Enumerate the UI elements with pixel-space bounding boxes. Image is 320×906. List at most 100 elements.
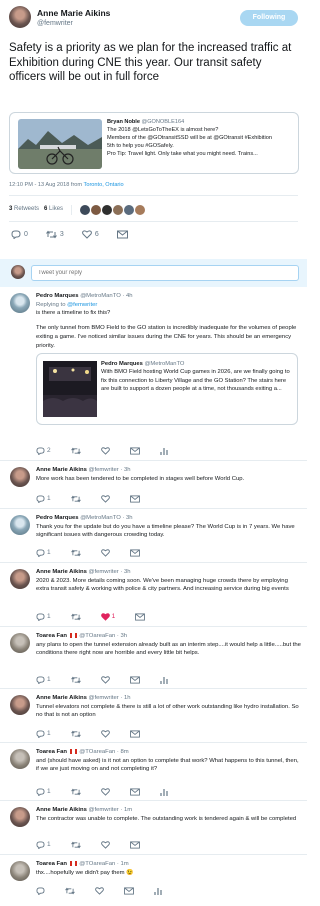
analytics-action[interactable] xyxy=(154,887,162,895)
reply-author[interactable]: Pedro Marques xyxy=(36,293,79,299)
like-action[interactable] xyxy=(100,495,110,503)
like-action[interactable]: 1 xyxy=(100,613,115,621)
reply-action[interactable]: 2 xyxy=(36,447,51,456)
author-name[interactable]: Anne Marie Aikins xyxy=(37,8,110,19)
avatar[interactable] xyxy=(91,205,102,215)
liker-avatars[interactable] xyxy=(80,205,146,215)
dm-action[interactable] xyxy=(129,841,140,849)
analytics-action[interactable] xyxy=(160,676,168,685)
retweet-action[interactable] xyxy=(70,495,81,503)
reply-handle[interactable]: @TOareaFan xyxy=(79,633,115,639)
reply-handle[interactable]: @femwriter xyxy=(89,467,119,473)
like-action[interactable] xyxy=(100,788,110,796)
avatar[interactable] xyxy=(10,807,30,827)
reply-tweet[interactable]: Toarea Fan @TOareaFan · 3h any plans to … xyxy=(0,627,307,689)
reply-action[interactable]: 1 xyxy=(36,841,51,850)
reply-action[interactable]: 1 xyxy=(36,676,51,685)
like-action[interactable] xyxy=(100,730,110,738)
avatar[interactable] xyxy=(135,205,146,215)
reply-handle[interactable]: @femwriter xyxy=(89,569,119,575)
avatar[interactable] xyxy=(9,6,31,28)
quoted-tweet[interactable]: Bryan Noble @GONOBLE164 The 2018 @LetsGo… xyxy=(9,112,299,174)
avatar[interactable] xyxy=(80,205,91,215)
avatar[interactable] xyxy=(10,861,30,881)
reply-tweet[interactable]: Pedro Marques @MetroManTO · 4h Replying … xyxy=(0,287,307,461)
analytics-action[interactable] xyxy=(160,447,168,456)
dm-action[interactable] xyxy=(129,495,140,503)
author-handle[interactable]: @femwriter xyxy=(37,19,73,28)
like-action[interactable]: 6 xyxy=(81,230,99,239)
reply-author[interactable]: Anne Marie Aikins xyxy=(36,569,87,575)
like-action[interactable] xyxy=(100,447,110,455)
avatar[interactable] xyxy=(10,633,30,653)
avatar[interactable] xyxy=(113,205,124,215)
reply-time[interactable]: · 3h xyxy=(117,633,127,639)
dm-action[interactable] xyxy=(129,788,140,796)
following-button[interactable]: Following xyxy=(240,10,298,26)
like-count[interactable]: 6 Likes xyxy=(44,206,63,214)
avatar[interactable] xyxy=(10,293,30,313)
reply-time[interactable]: · 1m xyxy=(120,807,132,813)
avatar[interactable] xyxy=(10,749,30,769)
dm-action[interactable] xyxy=(124,887,134,895)
reply-author[interactable]: Anne Marie Aikins xyxy=(36,807,87,813)
reply-action[interactable] xyxy=(36,887,45,895)
like-action[interactable] xyxy=(100,676,110,684)
quoted-tweet[interactable]: Pedro Marques @MetroManTO With BMO Field… xyxy=(36,353,298,425)
dm-action[interactable] xyxy=(135,613,146,621)
retweet-action[interactable] xyxy=(70,730,81,738)
retweet-action[interactable] xyxy=(70,613,81,621)
dm-action[interactable] xyxy=(129,730,140,738)
retweet-action[interactable] xyxy=(70,447,81,455)
reply-action[interactable]: 1 xyxy=(36,613,51,622)
avatar[interactable] xyxy=(10,695,30,715)
avatar[interactable] xyxy=(10,515,30,535)
retweet-action[interactable] xyxy=(70,676,81,684)
reply-handle[interactable]: @MetroManTO xyxy=(80,293,121,299)
reply-author[interactable]: Anne Marie Aikins xyxy=(36,467,87,473)
avatar[interactable] xyxy=(124,205,135,215)
reply-action[interactable]: 0 xyxy=(11,230,28,240)
reply-author[interactable]: Anne Marie Aikins xyxy=(36,695,87,701)
reply-tweet[interactable]: Anne Marie Aikins @femwriter · 1h Tunnel… xyxy=(0,689,307,743)
reply-time[interactable]: · 1m xyxy=(117,861,129,867)
reply-author[interactable]: Toarea Fan xyxy=(36,749,67,755)
reply-time[interactable]: · 1h xyxy=(120,695,130,701)
reply-tweet[interactable]: Pedro Marques @MetroManTO · 3h Thank you… xyxy=(0,509,307,563)
reply-tweet[interactable]: Toarea Fan @TOareaFan · 8m and (should h… xyxy=(0,743,307,801)
reply-time[interactable]: · 4h xyxy=(122,293,132,299)
reply-handle[interactable]: @femwriter xyxy=(89,695,119,701)
reply-time[interactable]: · 3h xyxy=(120,467,130,473)
reply-author[interactable]: Pedro Marques xyxy=(36,515,79,521)
replying-to-link[interactable]: @femwriter xyxy=(67,302,97,308)
retweet-action[interactable] xyxy=(70,841,81,849)
reply-handle[interactable]: @MetroManTO xyxy=(80,515,121,521)
reply-tweet[interactable]: Anne Marie Aikins @femwriter · 3h 2020 &… xyxy=(0,563,307,627)
reply-time[interactable]: · 8m xyxy=(117,749,129,755)
dm-action[interactable] xyxy=(129,447,140,455)
reply-action[interactable]: 1 xyxy=(36,549,51,558)
like-action[interactable] xyxy=(100,549,110,557)
retweet-action[interactable] xyxy=(65,887,75,895)
reply-input[interactable] xyxy=(31,265,299,281)
like-action[interactable] xyxy=(100,841,110,849)
reply-time[interactable]: · 3h xyxy=(120,569,130,575)
reply-handle[interactable]: @TOareaFan xyxy=(79,861,115,867)
dm-action[interactable] xyxy=(116,230,128,239)
reply-author[interactable]: Toarea Fan xyxy=(36,861,67,867)
reply-time[interactable]: · 3h xyxy=(122,515,132,521)
like-action[interactable] xyxy=(95,887,104,895)
retweet-action[interactable] xyxy=(70,549,81,557)
avatar[interactable] xyxy=(102,205,113,215)
retweet-action[interactable]: 3 xyxy=(46,230,64,239)
reply-action[interactable]: 1 xyxy=(36,730,51,739)
reply-tweet[interactable]: Toarea Fan @TOareaFan · 1m thx....hopefu… xyxy=(0,855,307,906)
avatar[interactable] xyxy=(10,467,30,487)
avatar[interactable] xyxy=(10,569,30,589)
reply-action[interactable]: 1 xyxy=(36,788,51,797)
retweet-action[interactable] xyxy=(70,788,81,796)
reply-handle[interactable]: @TOareaFan xyxy=(79,749,115,755)
location-link[interactable]: Toronto, Ontario xyxy=(84,182,124,188)
retweet-count[interactable]: 3 Retweets xyxy=(9,206,39,214)
reply-tweet[interactable]: Anne Marie Aikins @femwriter · 3h More w… xyxy=(0,461,307,509)
